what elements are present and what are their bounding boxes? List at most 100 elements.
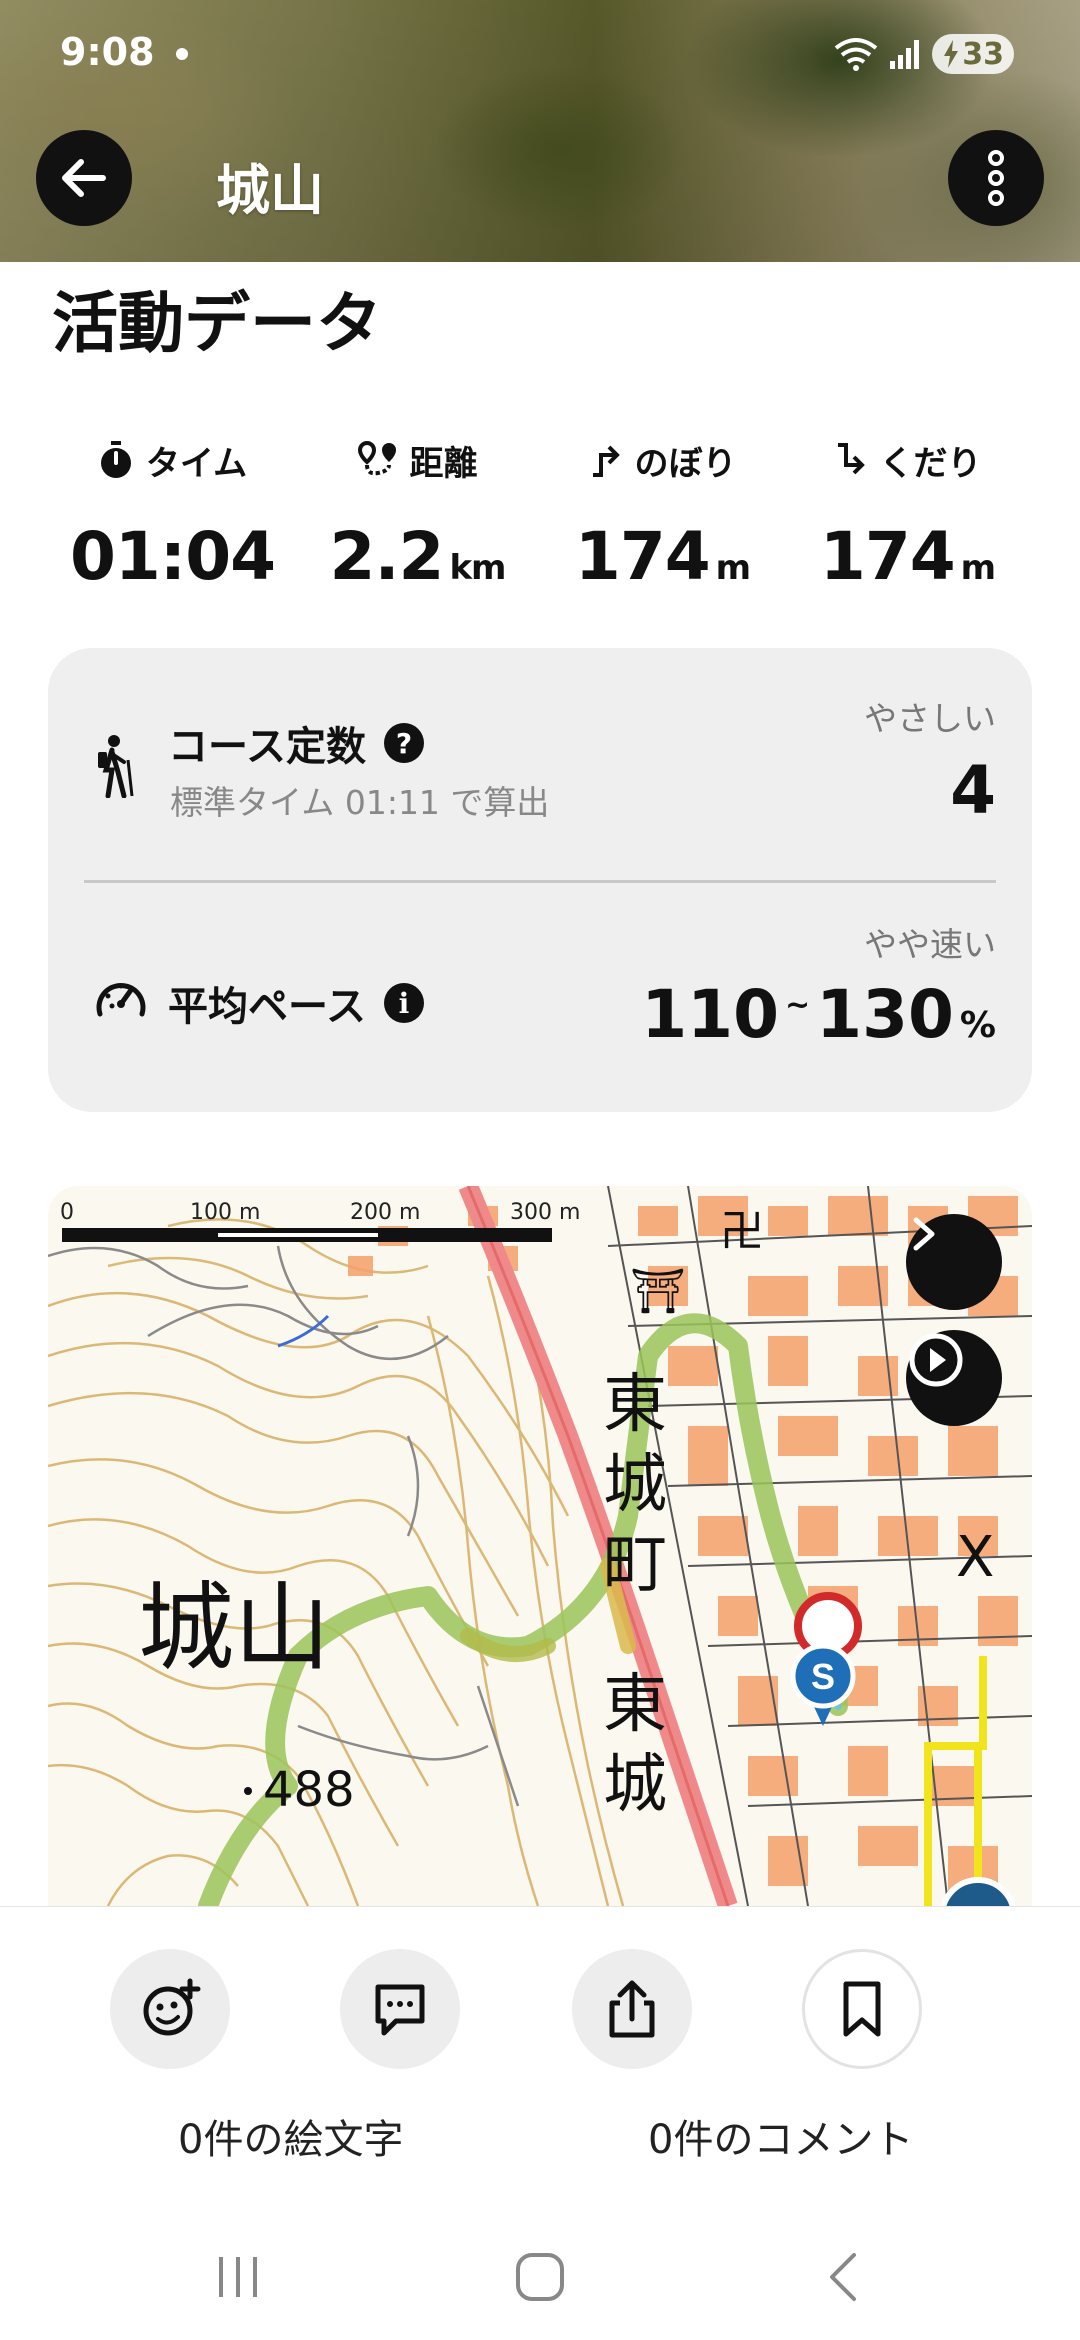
status-time: 9:08 xyxy=(60,30,155,74)
activity-stats: タイム 01:04 距離 2.2 km のぼり 174 m くだり 174 m xyxy=(50,430,1030,600)
emoji-add-icon xyxy=(143,1978,201,2036)
map-expand-button[interactable] xyxy=(906,1214,1002,1310)
average-pace-title: 平均ペース i xyxy=(168,974,424,1032)
course-summary-card: コース定数 ? 標準タイム 01:11 で算出 やさしい 4 平均ペース i や… xyxy=(48,648,1032,1112)
comment-button[interactable] xyxy=(340,1949,460,2069)
bookmark-button[interactable] xyxy=(802,1949,922,2069)
shrine-symbol: ⛩ xyxy=(630,1266,686,1317)
start-marker-label: S xyxy=(811,1656,835,1697)
scale-label-0: 0 xyxy=(60,1200,74,1225)
more-options-button[interactable] xyxy=(948,130,1044,226)
notification-dot-icon xyxy=(176,48,188,60)
scale-label-300: 300 m xyxy=(510,1200,581,1225)
stat-number: 174 xyxy=(819,518,956,595)
stat-label-row: 距離 xyxy=(295,430,540,490)
pace-tilde: ~ xyxy=(785,988,811,1023)
pace-unit: % xyxy=(959,1005,996,1046)
stat-distance: 距離 2.2 km xyxy=(295,430,540,595)
course-constant-row: コース定数 ? 標準タイム 01:11 で算出 やさしい 4 xyxy=(48,648,1032,882)
summit-point xyxy=(244,1787,252,1795)
stat-label-row: のぼり xyxy=(540,430,785,490)
topo-map-canvas: S 城山 488 東 城 町 東 城 卍 ⛩ X xyxy=(48,1186,1032,1906)
stat-label: 距離 xyxy=(409,443,478,484)
scale-label-200: 200 m xyxy=(350,1200,421,1225)
course-constant-title: コース定数 ? xyxy=(168,714,424,772)
scale-labels: 0 100 m 200 m 300 m xyxy=(48,1200,648,1230)
town-label-4: 東 xyxy=(603,1668,667,1742)
stat-value: 2.2 km xyxy=(295,518,540,595)
stat-value: 01:04 xyxy=(50,518,295,595)
back-nav-icon xyxy=(830,2253,856,2301)
more-vertical-icon xyxy=(988,150,1004,206)
route-map[interactable]: S 城山 488 東 城 町 東 城 卍 ⛩ X 0 100 m 200 m 3… xyxy=(48,1186,1032,1906)
mountain-label: 城山 xyxy=(138,1572,330,1684)
stat-label-row: くだり xyxy=(785,430,1030,490)
stat-unit: m xyxy=(960,548,996,588)
course-constant-value: 4 xyxy=(950,752,996,829)
temple-symbol: 卍 xyxy=(720,1206,764,1257)
share-icon xyxy=(609,1980,655,2038)
add-emoji-button[interactable] xyxy=(110,1949,230,2069)
stat-ascent: のぼり 174 m xyxy=(540,430,785,596)
elevation-label: 488 xyxy=(263,1762,355,1818)
bookmark-icon xyxy=(843,1981,881,2037)
stat-unit: m xyxy=(715,548,751,588)
stat-label: タイム xyxy=(145,443,248,484)
recent-apps-button[interactable] xyxy=(198,2247,278,2307)
course-difficulty-rating: やさしい xyxy=(864,699,996,738)
bottom-action-bar: 0件の絵文字 0件のコメント xyxy=(0,1906,1080,2340)
comment-icon xyxy=(375,1984,425,2036)
info-icon[interactable]: i xyxy=(384,983,424,1023)
speedometer-icon xyxy=(96,982,146,1017)
stat-time: タイム 01:04 xyxy=(50,430,295,595)
pace-min: 110 xyxy=(641,976,779,1053)
town-label-2: 城 xyxy=(603,1448,667,1522)
stat-label: のぼり xyxy=(634,443,737,484)
average-pace-row: 平均ペース i やや速い 110 ~130% xyxy=(48,882,1032,1112)
stat-value: 174 m xyxy=(540,518,785,595)
back-button[interactable] xyxy=(36,130,132,226)
stat-label: くだり xyxy=(879,443,982,484)
map-play-button[interactable] xyxy=(906,1330,1002,1426)
charging-icon xyxy=(944,40,959,68)
school-symbol: X xyxy=(956,1525,994,1590)
stat-number: 2.2 xyxy=(329,518,445,595)
stat-unit: km xyxy=(449,548,506,588)
status-bar: 9:08 33 xyxy=(0,0,1080,110)
course-constant-label: コース定数 xyxy=(168,724,366,770)
help-icon[interactable]: ? xyxy=(384,723,424,763)
comment-count[interactable]: 0件のコメント xyxy=(648,2107,913,2165)
wifi-icon xyxy=(835,38,878,71)
stat-number: 01:04 xyxy=(69,518,276,595)
play-circle-icon xyxy=(909,1333,963,1387)
stat-label-row: タイム xyxy=(50,430,295,490)
ascent-icon xyxy=(592,445,620,477)
scale-label-100: 100 m xyxy=(190,1200,261,1225)
route-icon xyxy=(357,441,396,476)
arrow-left-icon xyxy=(62,159,106,197)
chevron-right-icon xyxy=(913,1217,935,1251)
emoji-count[interactable]: 0件の絵文字 xyxy=(178,2107,403,2165)
stat-descent: くだり 174 m xyxy=(785,430,1030,595)
home-icon xyxy=(516,2253,564,2301)
share-button[interactable] xyxy=(572,1949,692,2069)
system-navigation-bar xyxy=(0,2207,1080,2340)
recent-apps-icon xyxy=(219,2257,257,2297)
pace-max: 130 xyxy=(816,976,954,1053)
average-pace-label: 平均ペース xyxy=(168,984,366,1030)
stopwatch-icon xyxy=(100,441,131,478)
pace-range: 110 ~130% xyxy=(641,976,996,1053)
back-nav-button[interactable] xyxy=(802,2247,882,2307)
town-label-3: 町 xyxy=(603,1528,667,1602)
signal-icon xyxy=(890,40,920,69)
town-label-5: 城 xyxy=(603,1748,667,1822)
stat-value: 174 m xyxy=(785,518,1030,595)
app-bar: 城山 xyxy=(0,130,1080,240)
course-constant-subtitle: 標準タイム 01:11 で算出 xyxy=(170,783,550,822)
status-icons: 33 xyxy=(834,34,1014,74)
map-scale-bar xyxy=(62,1228,552,1242)
descent-icon xyxy=(837,443,865,475)
hiker-icon xyxy=(98,735,134,798)
home-button[interactable] xyxy=(500,2247,580,2307)
battery-indicator: 33 xyxy=(932,34,1014,74)
